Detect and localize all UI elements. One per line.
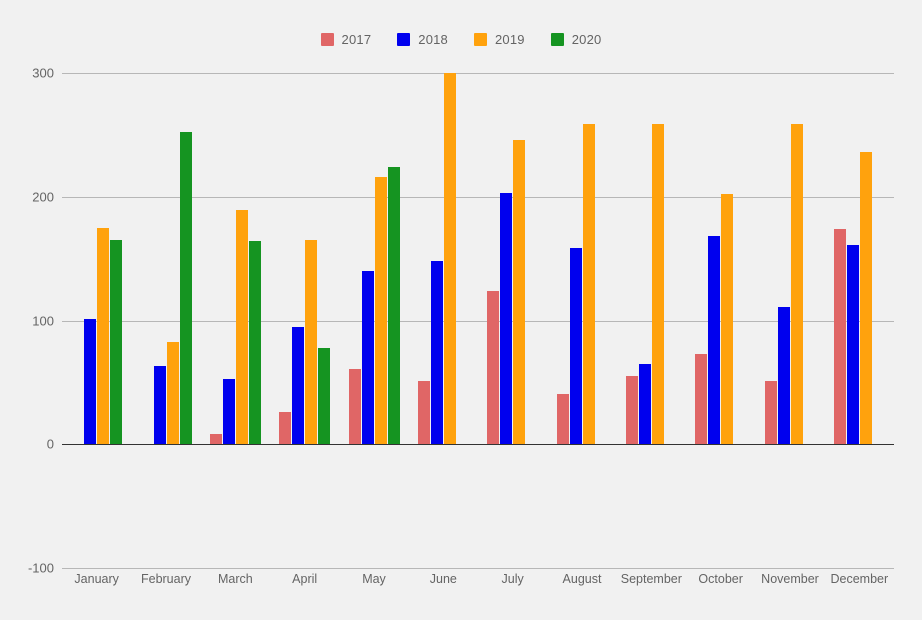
x-tick-label: December — [830, 572, 889, 586]
bar-chart: 2017 2018 2019 2020 300 200 100 0 -100 January F… — [0, 0, 922, 620]
bar-2017-June[interactable] — [417, 381, 430, 445]
bar-group — [625, 72, 677, 445]
bar-2018-December[interactable] — [846, 245, 859, 445]
y-tick-label: 200 — [32, 189, 54, 205]
bar-2017-August[interactable] — [556, 393, 569, 445]
bar-2018-July[interactable] — [500, 193, 513, 445]
chart-legend: 2017 2018 2019 2020 — [0, 28, 922, 50]
bar-2019-October[interactable] — [721, 194, 734, 445]
bar-2017-November[interactable] — [764, 381, 777, 445]
bar-2018-March[interactable] — [222, 378, 235, 445]
bar-group — [279, 72, 331, 445]
legend-item-label: 2020 — [571, 31, 602, 47]
y-tick-label: 0 — [46, 436, 54, 452]
bar-2019-May[interactable] — [374, 176, 387, 445]
x-axis-labels: January February March April May June July Augu… — [62, 572, 894, 592]
bar-group — [348, 72, 400, 445]
bar-group — [487, 72, 538, 445]
bar-2017-May[interactable] — [348, 368, 361, 445]
legend-item-label: 2018 — [418, 31, 448, 47]
x-tick-label: April — [292, 572, 318, 586]
y-tick-label: 300 — [32, 65, 54, 81]
bar-2018-April[interactable] — [292, 326, 305, 445]
legend-swatch-icon — [550, 32, 564, 46]
bar-2018-January[interactable] — [84, 319, 97, 445]
bar-2018-May[interactable] — [361, 271, 374, 445]
bar-group — [556, 72, 608, 445]
bar-group — [764, 72, 816, 445]
x-tick-label: August — [562, 572, 602, 586]
y-tick-label: -100 — [27, 560, 54, 576]
bar-2020-January[interactable] — [110, 240, 123, 445]
bar-2019-August[interactable] — [582, 123, 595, 445]
bar-group — [695, 72, 746, 445]
bar-2018-November[interactable] — [777, 306, 790, 445]
x-tick-label: September — [620, 572, 682, 586]
zero-axis-line — [62, 444, 894, 446]
x-tick-label: January — [74, 572, 119, 586]
bar-2018-October[interactable] — [708, 236, 721, 445]
bar-2019-June[interactable] — [443, 73, 456, 445]
bar-2019-September[interactable] — [651, 123, 664, 445]
bar-group — [141, 72, 192, 445]
bar-group — [209, 72, 261, 445]
bar-2019-December[interactable] — [859, 152, 872, 445]
legend-swatch-icon — [320, 32, 334, 46]
bar-2019-April[interactable] — [305, 240, 318, 445]
legend-item-label: 2017 — [341, 31, 372, 47]
bar-group — [833, 72, 885, 445]
gridline — [62, 568, 894, 569]
x-tick-label: March — [217, 572, 253, 586]
bar-2017-March[interactable] — [209, 434, 222, 445]
bar-2019-January[interactable] — [97, 227, 110, 445]
bar-2017-April[interactable] — [279, 412, 292, 445]
bar-2019-March[interactable] — [235, 210, 248, 445]
bar-2017-July[interactable] — [487, 290, 500, 445]
legend-item-2018[interactable]: 2018 — [397, 32, 448, 47]
y-tick-label: 100 — [32, 313, 54, 328]
bar-2018-June[interactable] — [430, 261, 443, 445]
x-tick-label: May — [362, 572, 386, 586]
bar-2018-September[interactable] — [638, 363, 651, 445]
bar-2019-July[interactable] — [513, 139, 526, 445]
bar-2020-February[interactable] — [179, 132, 192, 445]
x-tick-label: June — [429, 572, 457, 586]
legend-item-2020[interactable]: 2020 — [550, 31, 602, 47]
bar-group — [71, 72, 123, 445]
bar-2020-May[interactable] — [387, 167, 400, 445]
bar-2017-October[interactable] — [695, 353, 708, 445]
legend-swatch-icon — [474, 32, 487, 46]
x-tick-label: November — [761, 572, 819, 586]
legend-swatch-icon — [397, 32, 411, 46]
bar-2019-November[interactable] — [790, 123, 803, 445]
x-tick-label: October — [698, 572, 743, 586]
bar-2018-February[interactable] — [153, 366, 166, 445]
legend-item-2017[interactable]: 2017 — [320, 31, 372, 47]
x-tick-label: July — [501, 572, 524, 586]
bars-layer — [62, 72, 894, 445]
bar-2017-December[interactable] — [833, 228, 846, 445]
x-tick-label: February — [140, 572, 192, 586]
bar-2019-February[interactable] — [166, 341, 179, 445]
legend-item-label: 2019 — [495, 31, 525, 47]
bar-2018-August[interactable] — [569, 247, 582, 445]
y-axis-ticks: 300 200 100 0 -100 — [0, 66, 54, 576]
legend-item-2019[interactable]: 2019 — [474, 32, 525, 47]
bar-group — [417, 72, 469, 445]
bar-2020-April[interactable] — [318, 347, 331, 445]
bar-2020-March[interactable] — [248, 241, 261, 445]
bar-2017-September[interactable] — [625, 376, 638, 445]
